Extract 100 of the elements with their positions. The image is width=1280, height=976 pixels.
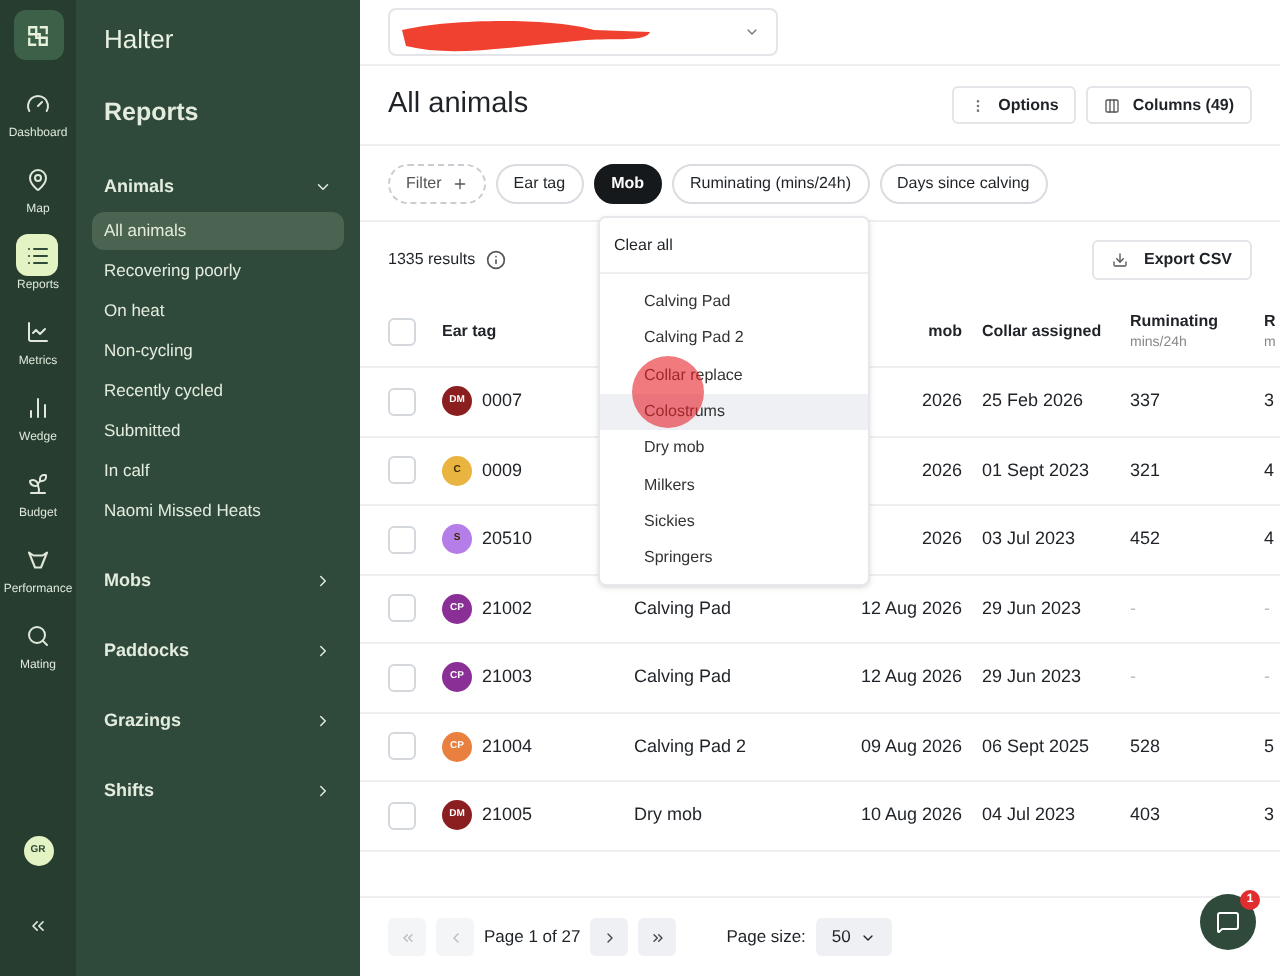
table-cell-text: 5 [1264, 733, 1277, 759]
farm-select[interactable] [388, 8, 778, 56]
pin-icon [25, 167, 50, 191]
sidebar-item[interactable]: Non-cycling [92, 332, 344, 371]
checkbox[interactable] [388, 732, 416, 761]
section-header[interactable]: Animals [92, 166, 344, 207]
filter-chip[interactable]: Mob [593, 163, 663, 203]
first-page-button[interactable] [388, 918, 426, 956]
leaf-icon [25, 471, 50, 495]
collar-date-cell-text: 01 Sept 2023 [980, 457, 1092, 484]
rail-button[interactable] [16, 234, 59, 276]
chevron-right-icon [314, 571, 332, 590]
table-cell-text: 4 [1264, 457, 1277, 483]
table-cell-text: - [1264, 595, 1272, 621]
first-page-icon [399, 929, 415, 945]
sidebar-item[interactable]: Recently cycled [92, 372, 344, 411]
chart-icon [25, 319, 50, 343]
sidebar-title: Reports [104, 95, 201, 130]
collar-date-cell-text: 04 Jul 2023 [980, 802, 1078, 828]
mob-option[interactable]: Calving Pad 2 [600, 320, 868, 358]
columns-icon [1104, 97, 1121, 113]
mob-option[interactable]: Springers [600, 540, 868, 577]
bars-icon [25, 395, 50, 419]
plus-icon [451, 175, 468, 191]
chevron-down-icon [744, 24, 760, 40]
options-button[interactable]: Options [952, 86, 1077, 124]
ear-tag-cell-text: 20510 [482, 526, 533, 552]
filter-chip[interactable]: Days since calving [879, 163, 1048, 203]
mob-cell-text: Calving Pad [634, 664, 734, 690]
sidebar-item[interactable]: Recovering poorly [92, 252, 344, 291]
page-title: All animals [388, 85, 529, 124]
section-header[interactable]: Grazings [92, 700, 344, 741]
sidebar-item[interactable]: In calf [92, 452, 344, 491]
chat-icon [1216, 910, 1240, 934]
checkbox[interactable] [388, 594, 416, 623]
table-cell-text: 3 [1264, 802, 1277, 828]
last-page-button[interactable] [638, 918, 677, 956]
mob-option[interactable]: Calving Pad [600, 284, 868, 321]
sidebar-item[interactable]: All animals [92, 212, 344, 251]
checkbox[interactable] [388, 387, 416, 416]
sidebar-item[interactable]: Naomi Missed Heats [92, 492, 344, 531]
checkbox[interactable] [388, 318, 416, 346]
ruminating-cell-text: 321 [1130, 457, 1163, 483]
collar-date-cell-text: 29 Jun 2023 [980, 664, 1084, 690]
mob-option[interactable]: Milkers [600, 466, 868, 504]
mob-option[interactable]: Sickies [600, 503, 868, 541]
mob-cell-text: Calving Pad [634, 595, 734, 622]
mob-cell-text: Calving Pad 2 [634, 733, 749, 760]
date-cell-text: 09 Aug 2026 [858, 733, 962, 760]
date-cell-text: 2026 [919, 388, 962, 414]
brand-name: Halter [104, 22, 176, 58]
page-size-label: Page size: [726, 924, 806, 950]
chevron-right-icon [314, 641, 332, 660]
clear-all-option[interactable]: Clear all [600, 218, 868, 274]
page-indicator: Page 1 of 27 [484, 924, 581, 950]
date-cell-text: 12 Aug 2026 [858, 595, 962, 622]
column-header: Ear tag [442, 320, 499, 344]
sidebar-item[interactable]: On heat [92, 292, 344, 331]
ruminating-cell-text: 452 [1130, 526, 1163, 552]
checkbox[interactable] [388, 801, 416, 830]
date-cell-text: 10 Aug 2026 [858, 802, 962, 828]
logo-icon[interactable] [13, 10, 63, 60]
section-header[interactable]: Shifts [92, 770, 344, 811]
collar-date-cell-text: 25 Feb 2026 [980, 388, 1086, 414]
filter-chip[interactable]: Ruminating (mins/24h) [672, 163, 869, 203]
date-cell-text: 2026 [919, 457, 962, 483]
mob-cell-text: Dry mob [634, 802, 705, 828]
last-page-icon [649, 929, 666, 945]
export-csv-button[interactable]: Export CSV [1091, 240, 1252, 280]
download-icon [1111, 252, 1128, 268]
page-size-select[interactable]: 50 [815, 918, 893, 956]
ruminating-cell-text: 528 [1130, 733, 1163, 759]
checkbox[interactable] [388, 663, 416, 692]
table-cell-text: - [1264, 664, 1272, 690]
chevron-right-icon [314, 781, 332, 800]
ruminating-cell-text: - [1130, 595, 1138, 621]
table-cell-text: 4 [1264, 526, 1277, 552]
sidebar-item[interactable]: Submitted [92, 412, 344, 451]
ruminating-cell-text: - [1130, 664, 1138, 690]
collar-date-cell-text: 29 Jun 2023 [980, 595, 1084, 621]
columns-button[interactable]: Columns (49) [1086, 86, 1252, 124]
ear-tag-cell-text: 0009 [482, 457, 523, 483]
date-cell-text: 12 Aug 2026 [858, 664, 962, 690]
checkbox[interactable] [388, 525, 416, 554]
ear-tag-cell-text: 21002 [482, 595, 533, 621]
column-header: mob [926, 320, 962, 344]
filter-chip[interactable]: Ear tag [495, 163, 584, 203]
ruminating-cell-text: 337 [1130, 388, 1163, 414]
results-count: 1335 results [388, 248, 476, 272]
mob-option[interactable]: Dry mob [600, 430, 868, 467]
ear-tag-cell-text: 21003 [482, 664, 533, 690]
search-icon [25, 623, 50, 647]
add-filter-button[interactable]: Filter [388, 163, 486, 203]
collar-date-cell-text: 06 Sept 2025 [980, 733, 1092, 760]
ruminating-cell-text: 403 [1130, 802, 1163, 828]
section-header[interactable]: Paddocks [92, 630, 344, 671]
checkbox[interactable] [388, 456, 416, 485]
collar-date-cell-text: 03 Jul 2023 [980, 526, 1078, 552]
section-header[interactable]: Mobs [92, 560, 344, 601]
ear-tag-cell-text: 21004 [482, 733, 533, 759]
